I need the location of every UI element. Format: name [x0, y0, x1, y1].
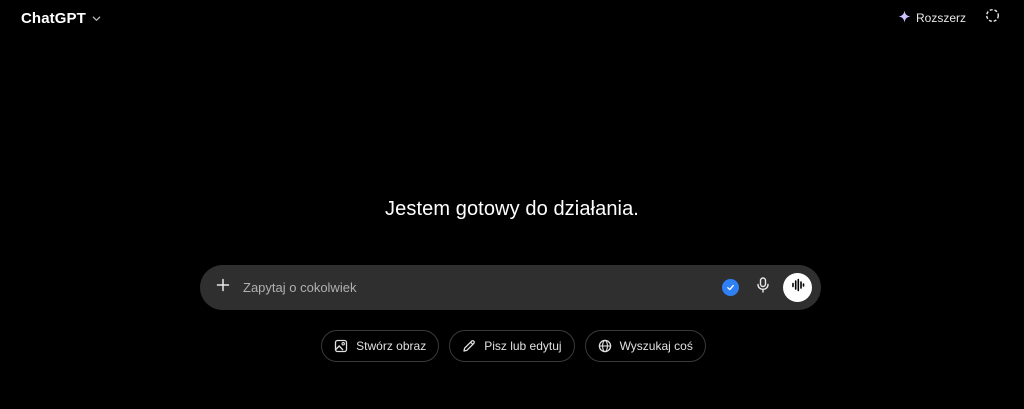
upgrade-button[interactable]: Rozszerz — [898, 7, 966, 29]
suggestion-chips: Stwórz obraz Pisz lub edytuj Wyszukaj co… — [0, 330, 1024, 362]
chevron-down-icon — [91, 13, 102, 24]
chip-search[interactable]: Wyszukaj coś — [584, 330, 706, 362]
chip-label: Wyszukaj coś — [619, 339, 693, 353]
prompt-input[interactable] — [243, 277, 703, 297]
attach-button[interactable] — [212, 276, 234, 298]
model-switcher[interactable]: ChatGPT — [14, 6, 109, 30]
check-badge-icon — [722, 279, 739, 296]
greeting-heading: Jestem gotowy do działania. — [385, 198, 639, 220]
chip-write-or-edit[interactable]: Pisz lub edytuj — [449, 330, 575, 362]
voice-mode-button[interactable] — [783, 273, 812, 302]
temporary-chat-button[interactable] — [982, 8, 1002, 28]
plus-icon — [216, 278, 230, 297]
chip-label: Pisz lub edytuj — [484, 339, 562, 353]
dictate-button[interactable] — [753, 276, 773, 298]
dashed-circle-icon — [985, 8, 1000, 28]
header-actions: Rozszerz — [898, 7, 1002, 29]
waveform-icon — [791, 278, 805, 297]
composer — [200, 265, 821, 310]
chatgpt-page: ChatGPT Rozszerz Jestem gotowy do działa… — [0, 0, 1024, 409]
sparkle-icon — [898, 10, 911, 26]
microphone-icon — [756, 276, 770, 298]
image-icon — [334, 339, 348, 353]
chip-label: Stwórz obraz — [356, 339, 427, 353]
chip-create-image[interactable]: Stwórz obraz — [321, 330, 440, 362]
upgrade-label: Rozszerz — [915, 11, 966, 25]
model-name: ChatGPT — [21, 9, 86, 27]
globe-icon — [598, 339, 612, 353]
pencil-icon — [462, 339, 476, 353]
